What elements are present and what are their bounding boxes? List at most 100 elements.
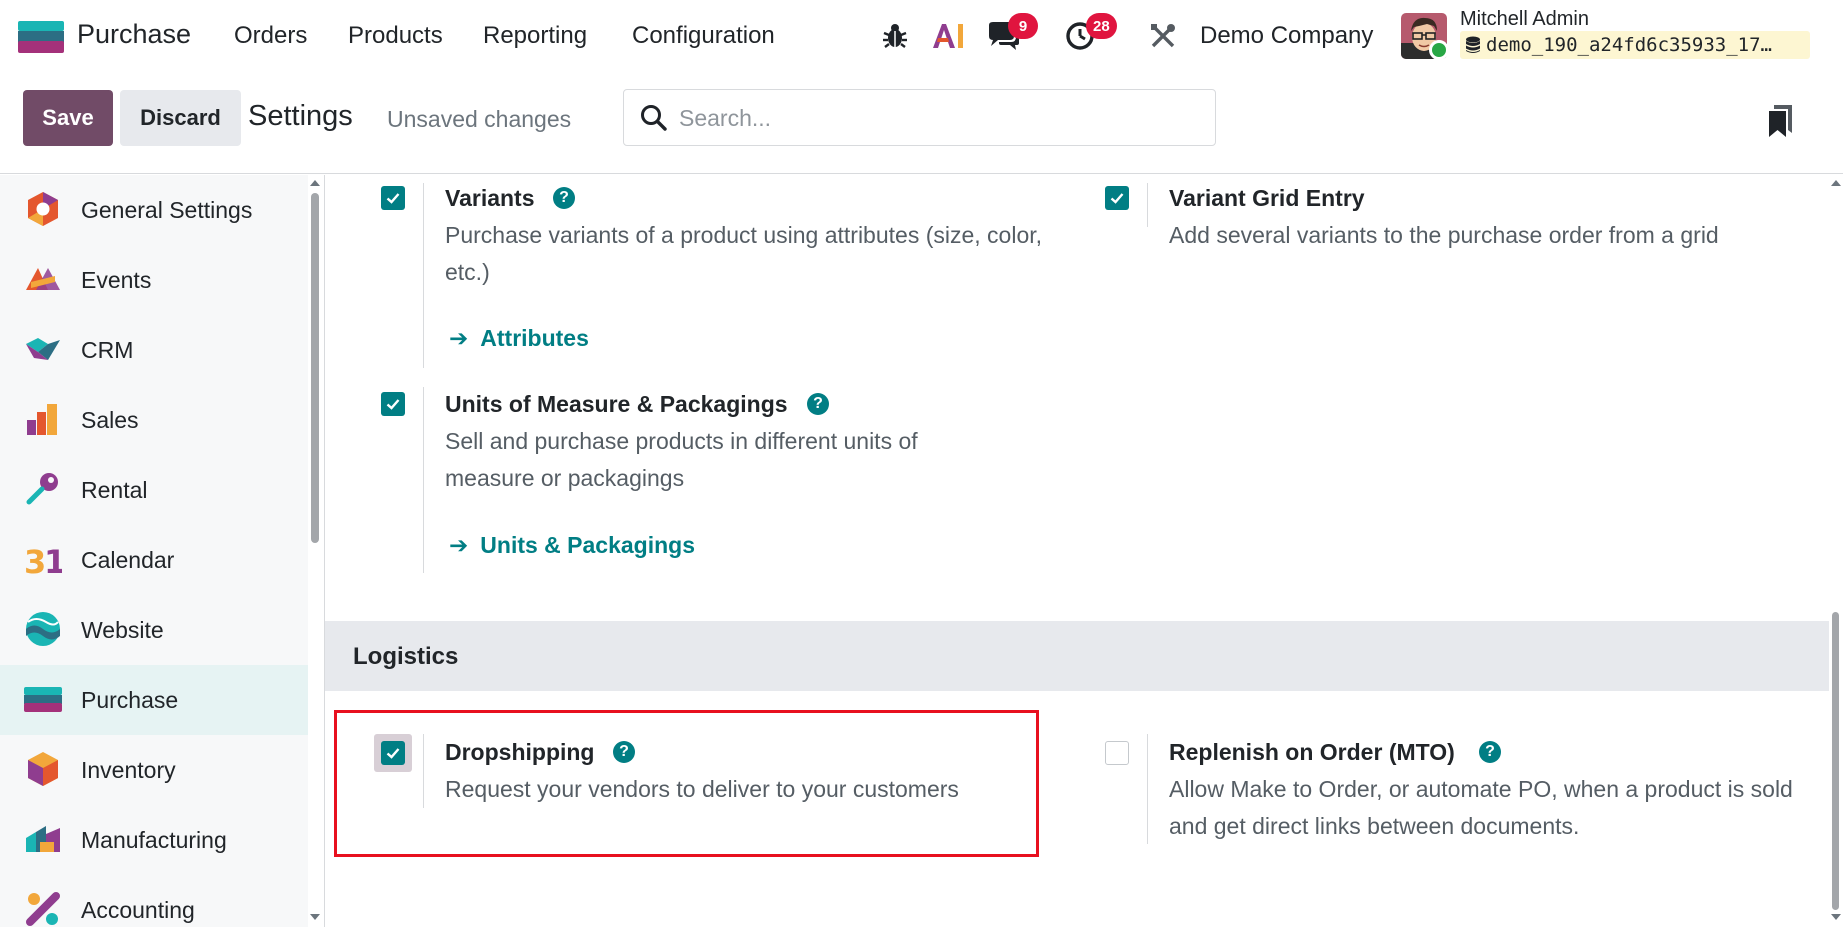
purchase-icon [24,687,62,712]
sidebar-item-label: Events [81,266,152,293]
inventory-icon [28,752,58,786]
menu-reporting[interactable]: Reporting [483,22,587,50]
sidebar-item-label: Purchase [81,686,179,713]
variants-title: Variants [445,185,535,211]
sidebar-item-inventory[interactable]: Inventory [0,735,308,805]
sidebar-item-purchase[interactable]: Purchase [0,665,308,735]
units-packagings-link[interactable]: ➔ Units & Packagings [449,532,695,559]
search-box[interactable] [623,89,1216,146]
sidebar-item-rental[interactable]: Rental [0,455,308,525]
variants-checkbox[interactable] [381,186,405,210]
save-button[interactable]: Save [23,90,113,146]
checkmark-icon [386,399,400,410]
units-packagings-link-label: Units & Packagings [480,532,696,558]
settings-content: Variants ? Purchase variants of a produc… [324,175,1829,927]
content-scroll-down-icon[interactable] [1831,914,1841,920]
sidebar-item-events[interactable]: Events [0,245,308,315]
menu-orders[interactable]: Orders [234,22,307,50]
manufacturing-icon [26,826,60,852]
uom-title: Units of Measure & Packagings [445,391,788,417]
purchase-app-icon[interactable] [18,21,64,53]
database-badge: demo_190_a24fd6c35933_17… [1460,31,1810,59]
variants-help-icon[interactable]: ? [553,187,575,209]
events-icon [26,268,60,290]
discard-button[interactable]: Discard [120,90,241,146]
company-switcher[interactable]: Demo Company [1200,22,1373,50]
mto-checkbox[interactable] [1105,741,1129,765]
tools-icon[interactable] [1148,18,1178,54]
menu-products[interactable]: Products [348,22,443,50]
uom-help-icon[interactable]: ? [807,393,829,415]
accounting-icon [26,892,60,926]
bug-icon[interactable] [880,18,910,54]
variant-grid-title: Variant Grid Entry [1169,185,1365,211]
checkmark-icon [1110,193,1124,204]
arrow-right-icon: ➔ [449,325,469,351]
sidebar-item-label: Inventory [81,756,176,783]
setting-divider [1147,183,1148,227]
general-settings-icon [28,192,58,226]
sidebar-item-label: CRM [81,336,134,363]
search-input[interactable] [679,98,1199,138]
menu-configuration[interactable]: Configuration [632,22,775,50]
attributes-link-label: Attributes [480,325,589,351]
sidebar-item-label: Manufacturing [81,826,227,853]
dropshipping-highlight-box [334,710,1039,857]
sidebar-item-calendar[interactable]: 3 1 Calendar [0,525,308,595]
content-scroll-up-icon[interactable] [1831,180,1841,186]
svg-text:3: 3 [24,543,46,578]
setting-divider [1147,734,1148,844]
unsaved-changes-indicator: Unsaved changes [387,106,572,132]
ai-icon[interactable] [930,18,966,54]
control-panel: Save Discard Settings Unsaved changes [0,72,1843,174]
sidebar-item-manufacturing[interactable]: Manufacturing [0,805,308,875]
variant-grid-checkbox[interactable] [1105,186,1129,210]
variant-grid-description: Add several variants to the purchase ord… [1169,222,1719,248]
sidebar-item-label: General Settings [81,196,253,223]
app-name[interactable]: Purchase [77,19,191,50]
sidebar-item-crm[interactable]: CRM [0,315,308,385]
sidebar-item-label: Accounting [81,896,195,923]
uom-description: Sell and purchase products in different … [445,428,918,491]
attributes-link[interactable]: ➔ Attributes [449,325,589,352]
database-name: demo_190_a24fd6c35933_17… [1486,34,1772,56]
sidebar-item-accounting[interactable]: Accounting [0,875,308,927]
page-title: Settings [248,100,353,132]
top-navbar: Purchase Orders Products Reporting Confi… [0,0,1843,72]
sidebar-item-label: Website [81,616,164,643]
sidebar-item-website[interactable]: Website [0,595,308,665]
calendar-icon: 3 1 [24,543,62,578]
settings-sidebar: General Settings Events CRM Sales Rental… [0,175,308,927]
content-scrollbar-thumb[interactable] [1832,612,1839,910]
sidebar-item-label: Calendar [81,546,175,573]
setting-divider [423,387,424,573]
database-icon [1466,36,1480,53]
mto-description: Allow Make to Order, or automate PO, whe… [1169,776,1793,839]
website-icon [26,612,60,646]
sales-icon [27,404,57,435]
sidebar-item-general-settings[interactable]: General Settings [0,175,308,245]
activities-badge: 28 [1086,13,1117,39]
sidebar-item-label: Rental [81,476,148,503]
svg-text:1: 1 [44,543,62,578]
user-name[interactable]: Mitchell Admin [1460,8,1589,31]
logistics-section-header: Logistics [325,621,1829,691]
uom-checkbox[interactable] [381,392,405,416]
logistics-section-title: Logistics [353,643,459,670]
checkmark-icon [386,193,400,204]
rental-icon [26,473,58,505]
mto-help-icon[interactable]: ? [1479,741,1501,763]
online-status-icon [1429,40,1449,60]
messages-badge: 9 [1008,13,1038,39]
arrow-right-icon: ➔ [449,532,469,558]
sidebar-item-label: Sales [81,406,139,433]
sidebar-scroll-up-icon[interactable] [310,180,320,186]
sidebar-item-sales[interactable]: Sales [0,385,308,455]
search-icon [641,105,667,131]
bookmark-icon[interactable] [1766,103,1796,139]
variants-description: Purchase variants of a product using att… [445,222,1043,285]
sidebar-scroll-down-icon[interactable] [310,914,320,920]
crm-icon [26,338,60,360]
sidebar-scrollbar-thumb[interactable] [311,193,319,543]
setting-divider [423,183,424,368]
